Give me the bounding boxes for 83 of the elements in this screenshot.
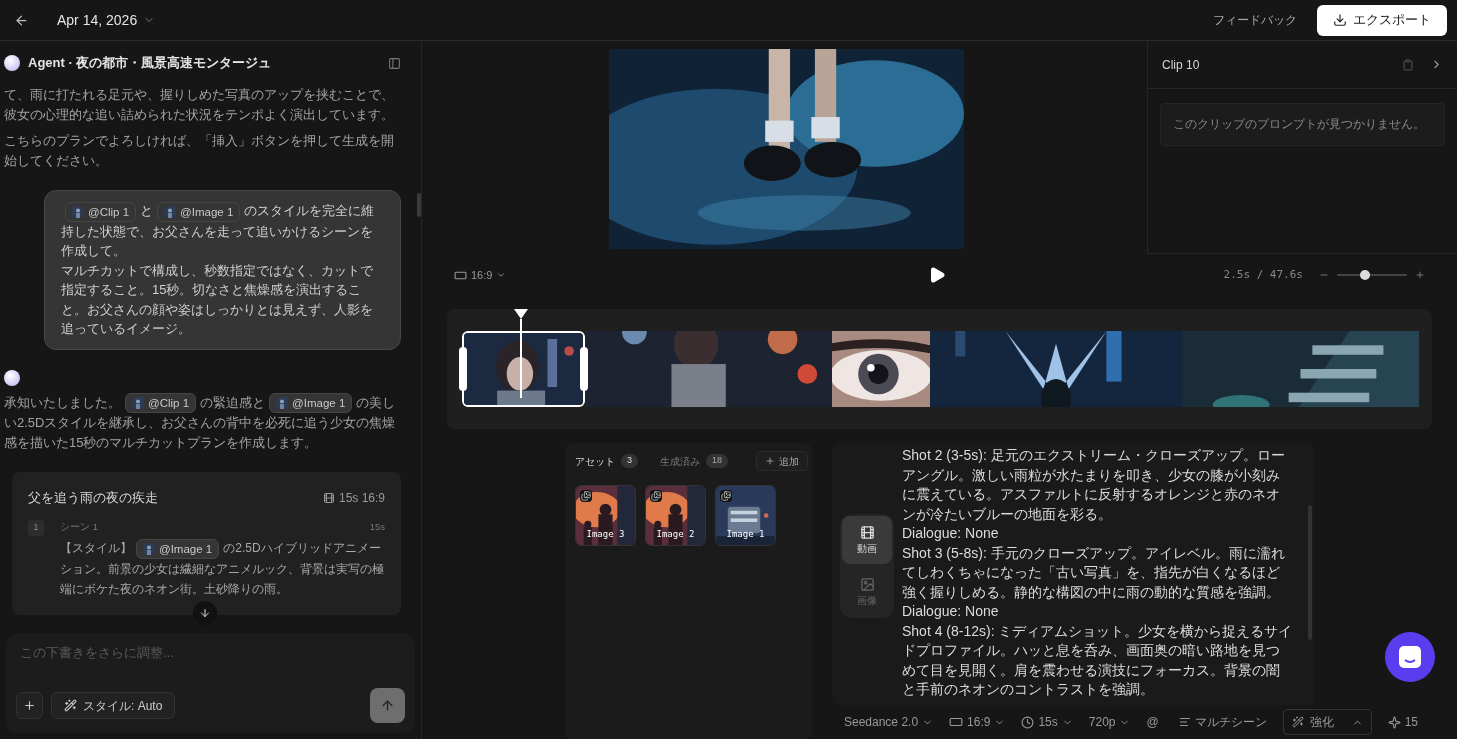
enhance-button[interactable]: 強化 <box>1282 709 1372 736</box>
thumbnail-icon <box>72 205 84 218</box>
thumbnail-icon <box>164 205 177 218</box>
model-dropdown[interactable]: Seedance 2.0 <box>844 713 934 732</box>
mention-chip: @Image 1 <box>157 201 241 222</box>
multi-scene-button[interactable]: マルチシーン <box>1178 713 1267 732</box>
back-arrow-icon <box>14 12 29 28</box>
asset-item[interactable]: Image 1 <box>715 485 776 546</box>
thumbnail-icon <box>276 397 289 410</box>
image-badge-icon <box>650 490 662 502</box>
download-icon <box>1333 13 1347 27</box>
plan-meta: 15s 16:9 <box>338 489 385 507</box>
panel-toggle-icon[interactable] <box>388 56 401 70</box>
mention-button[interactable]: @ <box>1146 713 1159 732</box>
trim-handle[interactable] <box>580 347 588 391</box>
aspect-ratio-dropdown[interactable]: 16:9 <box>454 266 507 284</box>
play-button[interactable] <box>928 266 946 284</box>
clip-title: Clip 10 <box>1162 56 1200 74</box>
prompt-text: Dialogue: None <box>902 524 1000 543</box>
feedback-link[interactable]: フィードバック <box>1213 11 1297 29</box>
duration-dropdown[interactable]: 15s <box>1021 713 1073 732</box>
message-text: @Clip 1 と @Image 1 のスタイルを完全に維持した状態で、お父さんを走って追いかけるシーンを作成して。 <box>61 201 376 261</box>
magic-wand-icon <box>64 699 77 712</box>
clock-icon <box>1021 715 1035 729</box>
avatar-icon <box>4 55 20 71</box>
film-icon <box>859 524 875 540</box>
prompt-text: Shot 2 (3-5s): 足元のエクストリーム・クローズアップ。ローアングル。激しい雨粒が水たまりを叩き、少女の膝が小刻みに震えている。アスファルトに反射するオレンジと赤のネオンが冷たいブルーの地面を彩る。 <box>902 446 1286 524</box>
add-button[interactable] <box>16 692 43 719</box>
scene-label: シーン 1 <box>60 519 98 534</box>
date-dropdown[interactable]: Apr 14, 2026 <box>57 9 156 31</box>
asset-tab[interactable]: 生成済み 18 <box>660 453 729 469</box>
zoom-slider-thumb[interactable] <box>1360 270 1370 280</box>
image-icon <box>859 576 875 592</box>
playback-time: 2.5s / 47.6s <box>1223 266 1303 283</box>
send-button[interactable] <box>370 688 405 723</box>
asset-tab[interactable]: アセット 3 <box>575 453 638 469</box>
image-badge-icon <box>580 490 592 502</box>
plus-icon <box>765 456 776 466</box>
mention-chip: @Image 1 <box>269 393 353 414</box>
style-button[interactable]: スタイル: Auto <box>51 692 176 719</box>
chat-launcher-button[interactable] <box>1385 632 1435 682</box>
thumbnail-icon <box>143 542 155 555</box>
list-icon <box>1178 716 1191 729</box>
image-badge-icon <box>720 490 732 502</box>
arrow-down-icon <box>199 607 211 619</box>
message-text: 承知いたしました。 @Clip 1 の緊迫感と @Image 1 の美しい2.5Dスタイルを継承し、お父さんの背中を必死に追う少女の焦燥感を描いた15秒のマルチカットプランを作成します。 <box>4 392 397 452</box>
playhead[interactable] <box>514 309 528 398</box>
asset-item[interactable]: Image 3 <box>575 485 636 546</box>
chat-icon <box>1399 646 1421 668</box>
chevron-down-icon <box>496 270 507 280</box>
film-icon <box>322 491 335 504</box>
prompt-text: Shot 3 (5-8s): 手元のクローズアップ。アイレベル。雨に濡れてしわくちゃになった「古い写真」を、指先が白くなるほど強く握りしめる。静的な構図の中に雨の動的な質感を強調。 <box>902 543 1286 602</box>
sparkle-icon <box>1387 715 1401 729</box>
trim-handle[interactable] <box>459 347 467 391</box>
scene-duration: 15s <box>369 519 385 534</box>
plan-title: 父を追う雨の夜の疾走 <box>28 489 158 508</box>
zoom-in-icon[interactable] <box>1415 270 1425 280</box>
mention-chip: @Clip 1 <box>125 393 197 414</box>
agent-title: Agent · 夜の都市・風景高速モンタージュ <box>28 54 272 73</box>
prompt-text: Dialogue: None <box>902 602 1000 621</box>
prompt-notice: このクリップのプロンプトが見つかりません。 <box>1160 103 1445 147</box>
asset-item[interactable]: Image 2 <box>645 485 706 546</box>
plus-icon <box>23 699 36 712</box>
thumbnail-icon <box>132 397 144 410</box>
resolution-dropdown[interactable]: 720p <box>1088 713 1131 732</box>
aspect-dropdown[interactable]: 16:9 <box>949 713 1006 732</box>
mention-chip: @Image 1 <box>136 538 220 559</box>
mode-option[interactable]: 動画 <box>842 516 892 565</box>
message-text: て、雨に打たれる足元や、握りしめた写真のアップを挟むことで、彼女の心理的な追い詰められた状況をテンポよく演出しています。 <box>4 86 395 124</box>
scrollbar <box>417 193 421 217</box>
scene-description: 【スタイル】 @Image 1 の2.5Dハイブリッドアニメーション。前景の少女は繊細なアニメルック、背景は実写の極端にボケた夜のネオン街。土砂降りの雨。 <box>60 537 385 598</box>
message-text: こちらのプランでよろしければ、「挿入」ボタンを押して生成を開始してください。 <box>4 132 395 170</box>
prompt-text: Shot 4 (8-12s): ミディアムショット。少女を横から捉えるサイドプロファイル。ハッと息を呑み、画面奥の暗い路地を見つめて目を見開く。肩を震わせる演技にフォーカス。背景の闇と手前のネオンのコントラストを強調。 <box>902 621 1293 699</box>
magic-wand-icon <box>1291 716 1304 729</box>
mention-chip: @Clip 1 <box>65 201 137 222</box>
add-asset-button[interactable]: 追加 <box>756 451 809 471</box>
credits-button[interactable]: 15 <box>1387 713 1419 732</box>
message-text: マルチカットで構成し、秒数指定ではなく、カットで指定すること。15秒。切なさと焦燥感を演出すること。お父さんの顔や姿はしっかりとは見えず、人影を追っているイメージ。 <box>61 261 374 339</box>
scene-number: 1 <box>28 519 44 536</box>
scroll-down-button[interactable] <box>193 601 217 625</box>
play-icon <box>928 266 946 284</box>
export-button[interactable]: エクスポート <box>1317 4 1447 36</box>
clipboard-icon[interactable] <box>1402 58 1414 71</box>
